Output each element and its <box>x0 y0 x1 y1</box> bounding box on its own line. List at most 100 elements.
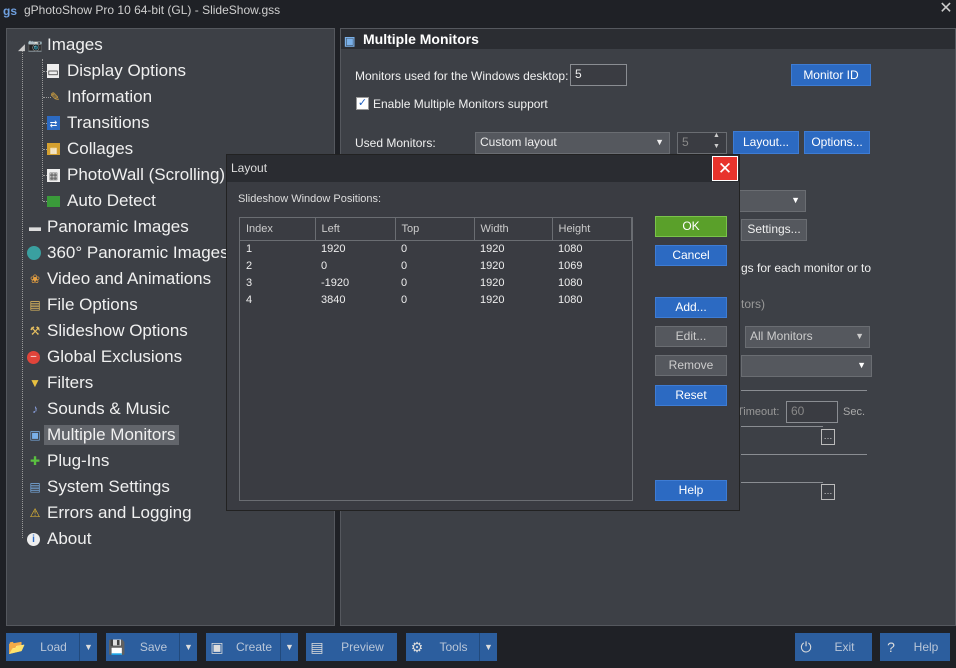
auto-detect-icon <box>47 195 60 207</box>
table-row[interactable]: 2 0 0 1920 1069 <box>240 257 631 274</box>
panel-header: ▣ Multiple Monitors <box>341 29 955 49</box>
exit-button[interactable]: ⏻ Exit <box>795 633 872 661</box>
globe-icon <box>27 246 41 260</box>
help-main-button[interactable]: ? Help <box>880 633 950 661</box>
enable-multi-label: Enable Multiple Monitors support <box>373 97 548 111</box>
load-button[interactable]: 📂 Load ▼ <box>6 633 97 661</box>
create-button[interactable]: ▣ Create ▼ <box>206 633 298 661</box>
tree-item-display-options[interactable]: ▭ Display Options <box>47 59 186 83</box>
monitors-desktop-field[interactable]: 5 <box>570 64 627 86</box>
options-button[interactable]: Options... <box>804 131 870 154</box>
chevron-down-icon[interactable]: ▼ <box>79 633 97 661</box>
chevron-down-icon: ▼ <box>655 137 664 147</box>
divider-2 <box>741 454 867 455</box>
tree-item-multiple-monitors[interactable]: ▣ Multiple Monitors <box>27 423 179 447</box>
monitors-icon: ▣ <box>29 428 41 442</box>
monitors-icon: ▣ <box>344 34 356 48</box>
all-monitors-select[interactable]: All Monitors ▼ <box>745 326 870 348</box>
layout-button[interactable]: Layout... <box>733 131 799 154</box>
column-header-height[interactable]: Height <box>552 218 632 241</box>
add-button[interactable]: Add... <box>655 297 727 318</box>
monitor-id-button[interactable]: Monitor ID <box>791 64 871 86</box>
table-row[interactable]: 4 3840 0 1920 1080 <box>240 291 631 308</box>
dialog-close-button[interactable]: ✕ <box>712 156 738 181</box>
path-field-1 <box>741 426 823 427</box>
tree-item-360-panoramic[interactable]: 360° Panoramic Images <box>27 241 229 265</box>
tree-item-information[interactable]: ✎ Information <box>47 85 152 109</box>
layout-dialog: Layout ✕ Slideshow Window Positions: Ind… <box>226 154 740 511</box>
spin-down-icon[interactable]: ▼ <box>713 143 720 150</box>
tree-item-images[interactable]: 📷 Images <box>27 33 103 57</box>
partial-description-1: gs for each monitor or to <box>741 261 872 275</box>
divider <box>741 390 867 391</box>
chevron-down-icon[interactable]: ▼ <box>179 633 197 661</box>
chevron-down-icon: ▼ <box>855 331 864 341</box>
exit-icon: ⏻ <box>800 638 812 655</box>
tree-item-file-options[interactable]: ▤ File Options <box>27 293 137 317</box>
help-icon: ? <box>887 639 895 655</box>
dialog-title: Layout <box>227 155 739 182</box>
enable-multi-checkbox[interactable]: ✓ <box>356 97 369 110</box>
cancel-button[interactable]: Cancel <box>655 245 727 266</box>
tree-item-system-settings[interactable]: ▤ System Settings <box>27 475 170 499</box>
table-row[interactable]: 1 1920 0 1920 1080 <box>240 240 631 257</box>
monitors-desktop-label: Monitors used for the Windows desktop: <box>355 69 569 83</box>
tree-item-auto-detect[interactable]: Auto Detect <box>47 189 156 213</box>
settings-icon: ▤ <box>29 480 41 494</box>
ok-button[interactable]: OK <box>655 216 727 237</box>
tools-button[interactable]: ⚙ Tools ▼ <box>406 633 497 661</box>
exclusion-icon: – <box>27 350 40 364</box>
settings-button[interactable]: Settings... <box>741 219 807 241</box>
timeout-unit: Sec. <box>843 406 866 418</box>
chevron-down-icon: ▼ <box>857 360 866 370</box>
save-icon: 💾 <box>108 638 126 655</box>
reset-button[interactable]: Reset <box>655 385 727 406</box>
panel-title: Multiple Monitors <box>363 31 479 47</box>
remove-button[interactable]: Remove <box>655 355 727 376</box>
positions-table[interactable]: Index Left Top Width Height 1 1920 0 192… <box>239 217 633 501</box>
table-row[interactable]: 3 -1920 0 1920 1080 <box>240 274 631 291</box>
chevron-down-icon: ▼ <box>791 195 800 205</box>
chevron-down-icon[interactable]: ▼ <box>280 633 298 661</box>
help-button[interactable]: Help <box>655 480 727 501</box>
tree-item-about[interactable]: i About <box>27 527 91 551</box>
path-field-2 <box>741 482 823 483</box>
filter-icon: ▼ <box>29 376 41 390</box>
tree-item-filters[interactable]: ▼ Filters <box>27 371 93 395</box>
bottom-toolbar: 📂 Load ▼ 💾 Save ▼ ▣ Create ▼ ▤ Preview ⚙… <box>0 630 956 668</box>
tree-item-video[interactable]: ❀ Video and Animations <box>27 267 211 291</box>
tree-item-plug-ins[interactable]: ✚ Plug-Ins <box>27 449 109 473</box>
tree-item-errors-logging[interactable]: ⚠ Errors and Logging <box>27 501 192 525</box>
hidden-select[interactable]: ▼ <box>731 190 806 212</box>
column-header-index[interactable]: Index <box>240 218 316 241</box>
timeout-field[interactable]: 60 <box>786 401 838 423</box>
tree-item-photowall[interactable]: ▦ PhotoWall (Scrolling) <box>47 163 225 187</box>
tree-item-collages[interactable]: ▦ Collages <box>47 137 133 161</box>
tree-item-global-exclusions[interactable]: – Global Exclusions <box>27 345 182 369</box>
preview-button[interactable]: ▤ Preview <box>306 633 397 661</box>
column-header-top[interactable]: Top <box>395 218 475 241</box>
film-icon: ▬ <box>29 220 41 234</box>
window-close-button[interactable]: ✕ <box>936 0 956 20</box>
tree-item-panoramic-images[interactable]: ▬ Panoramic Images <box>27 215 189 239</box>
edit-button[interactable]: Edit... <box>655 326 727 347</box>
plugin-icon: ✚ <box>29 454 41 468</box>
tree-item-slideshow-options[interactable]: ⚒ Slideshow Options <box>27 319 188 343</box>
spin-up-icon[interactable]: ▲ <box>713 132 720 139</box>
chevron-down-icon[interactable]: ▼ <box>479 633 497 661</box>
section-label: Slideshow Window Positions: <box>238 193 382 205</box>
hidden-select-2[interactable]: ▼ <box>741 355 872 377</box>
browse-button-1[interactable]: … <box>821 429 835 445</box>
save-button[interactable]: 💾 Save ▼ <box>106 633 197 661</box>
browse-button-2[interactable]: … <box>821 484 835 500</box>
page-icon: ▭ <box>47 64 59 79</box>
used-monitors-select[interactable]: Custom layout ▼ <box>475 132 670 154</box>
tree-item-transitions[interactable]: ⇄ Transitions <box>47 111 150 135</box>
create-icon: ▣ <box>210 638 224 655</box>
column-header-left[interactable]: Left <box>315 218 396 241</box>
partial-description-2: tors) <box>741 297 765 311</box>
gear-icon: ⚙ <box>410 638 424 655</box>
grid-icon: ▦ <box>47 168 60 182</box>
tree-item-sounds-music[interactable]: ♪ Sounds & Music <box>27 397 170 421</box>
column-header-width[interactable]: Width <box>474 218 553 241</box>
